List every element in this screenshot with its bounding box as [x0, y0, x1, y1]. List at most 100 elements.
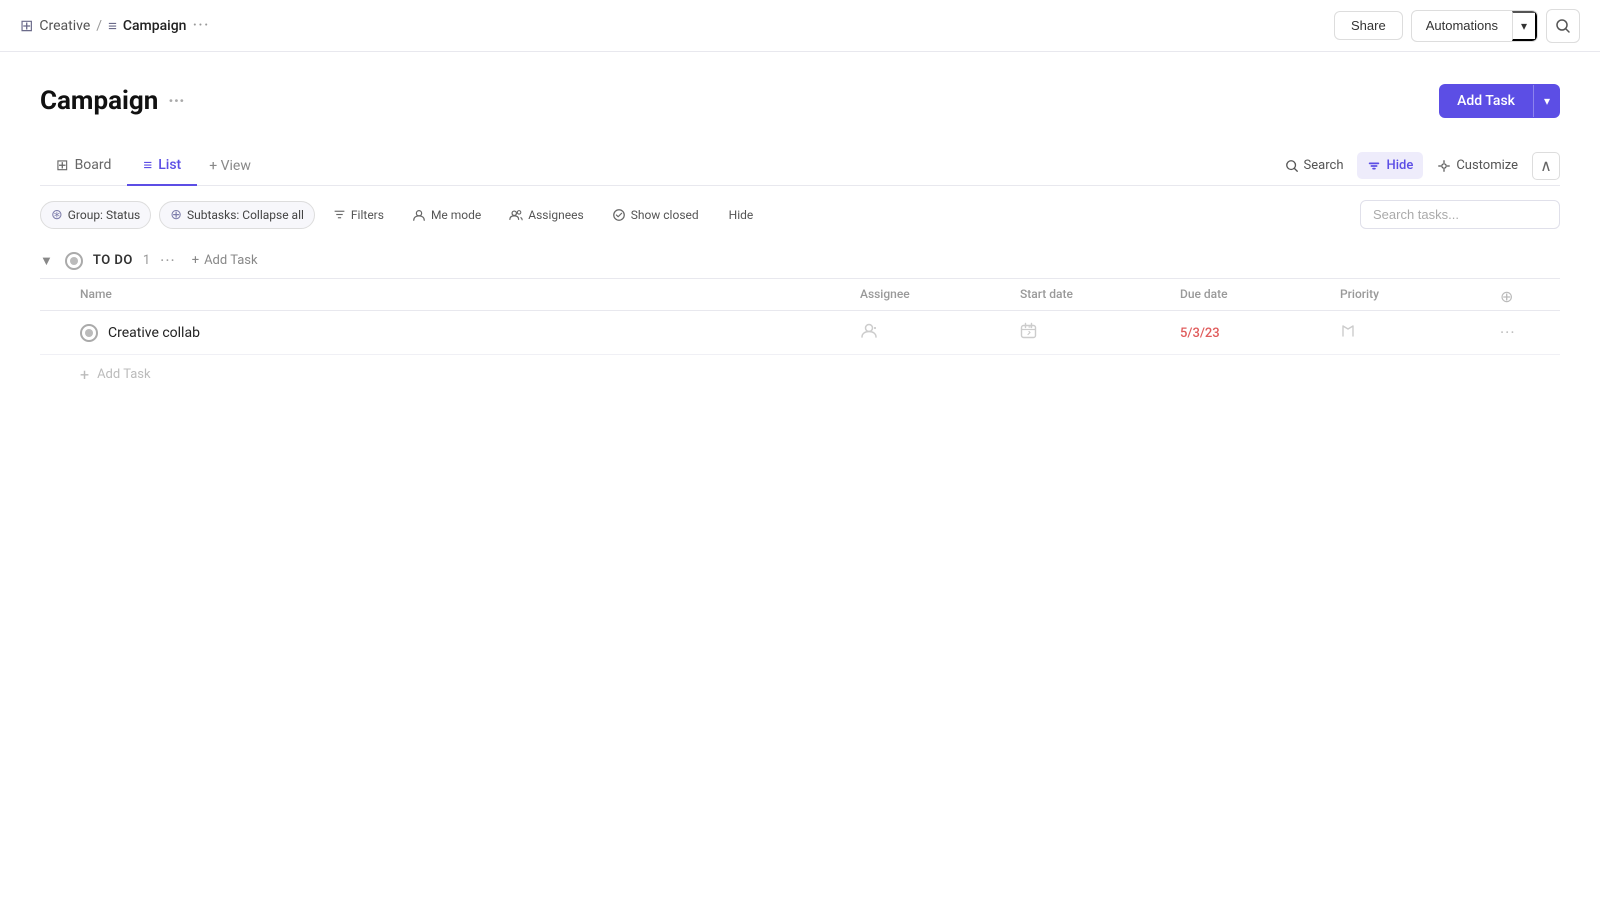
hide-icon	[1367, 159, 1381, 173]
task-start-date-icon[interactable]	[1020, 324, 1037, 344]
group-icon: ⊛	[51, 207, 63, 223]
me-mode-label: Me mode	[431, 208, 481, 222]
list-icon: ≡	[143, 156, 152, 174]
show-closed-icon	[612, 208, 626, 222]
top-nav: ⊞ Creative / ≡ Campaign ··· Share Automa…	[0, 0, 1600, 52]
section-count: 1	[143, 253, 150, 268]
column-headers: Name Assignee Start date Due date Priori…	[40, 279, 1560, 311]
filter-icon	[333, 208, 346, 221]
add-task-label[interactable]: Add Task	[1439, 84, 1533, 118]
col-header-name: Name	[80, 287, 860, 306]
top-nav-actions: Share Automations ▾	[1334, 9, 1580, 43]
section-label: TO DO	[93, 253, 133, 268]
subtasks-icon: ⊕	[170, 207, 182, 223]
toolbar-row: ⊛ Group: Status ⊕ Subtasks: Collapse all…	[40, 186, 1560, 243]
breadcrumb-separator: /	[96, 18, 102, 34]
page-title: Campaign ···	[40, 86, 185, 116]
automations-caret[interactable]: ▾	[1512, 11, 1537, 41]
col-header-add[interactable]: ⊕	[1500, 287, 1560, 306]
add-task-button[interactable]: Add Task ▾	[1439, 84, 1560, 118]
hide-tab-label: Hide	[1386, 158, 1413, 173]
tab-add-view[interactable]: + View	[197, 148, 263, 184]
task-due-date-cell: 5/3/23	[1180, 325, 1340, 341]
nav-search-button[interactable]	[1546, 9, 1580, 43]
filters-button[interactable]: Filters	[323, 203, 394, 227]
campaign-icon: ≡	[108, 17, 117, 35]
table-row: Creative collab	[40, 311, 1560, 355]
task-priority-icon[interactable]	[1340, 324, 1357, 344]
page-title-text: Campaign	[40, 86, 158, 116]
col-header-assignee: Assignee	[860, 287, 1020, 306]
customize-tab-button[interactable]: Customize	[1427, 152, 1528, 179]
filters-label: Filters	[351, 208, 384, 222]
section-add-task-button[interactable]: + Add Task	[192, 253, 258, 268]
task-more-cell: ···	[1500, 323, 1560, 342]
customize-icon	[1437, 159, 1451, 173]
me-mode-icon	[412, 208, 426, 222]
search-tasks-input[interactable]	[1360, 200, 1560, 229]
tab-board[interactable]: ⊞ Board	[40, 146, 127, 186]
assignees-icon	[509, 208, 523, 222]
group-status-label: Group: Status	[68, 208, 141, 222]
tabs-right: Search Hide Customize ∧	[1275, 152, 1560, 180]
campaign-breadcrumb: ≡ Campaign	[108, 17, 186, 35]
breadcrumb: ⊞ Creative / ≡ Campaign ···	[20, 15, 210, 36]
task-assignee-icon[interactable]	[860, 323, 878, 344]
add-task-caret[interactable]: ▾	[1533, 85, 1560, 117]
breadcrumb-more-icon[interactable]: ···	[192, 15, 209, 36]
add-task-label: Add Task	[97, 367, 151, 382]
search-tab-icon	[1285, 159, 1299, 173]
tab-add-label: + View	[209, 158, 251, 174]
section-header-todo: ▼ TO DO 1 ··· + Add Task	[40, 243, 1560, 279]
me-mode-button[interactable]: Me mode	[402, 203, 491, 227]
section-more-icon[interactable]: ···	[160, 251, 176, 270]
automations-button[interactable]: Automations ▾	[1411, 10, 1538, 42]
col-header-start-date: Start date	[1020, 287, 1180, 306]
task-start-date-cell	[1020, 322, 1180, 344]
subtasks-chip[interactable]: ⊕ Subtasks: Collapse all	[159, 201, 315, 229]
page-content: Campaign ··· Add Task ▾ ⊞ Board ≡ List +…	[0, 52, 1600, 394]
campaign-label[interactable]: Campaign	[123, 18, 187, 34]
tab-list-label: List	[158, 157, 181, 173]
tab-list[interactable]: ≡ List	[127, 146, 197, 186]
assignees-button[interactable]: Assignees	[499, 203, 593, 227]
toolbar-left: ⊛ Group: Status ⊕ Subtasks: Collapse all…	[40, 201, 765, 229]
task-name-cell: Creative collab	[80, 324, 860, 342]
show-closed-label: Show closed	[631, 208, 699, 222]
section-status-dot-inner	[70, 257, 78, 265]
section-status-dot	[65, 252, 83, 270]
group-status-chip[interactable]: ⊛ Group: Status	[40, 201, 151, 229]
task-more-icon[interactable]: ···	[1500, 323, 1516, 342]
search-tab-button[interactable]: Search	[1275, 152, 1354, 179]
collapse-button[interactable]: ∧	[1532, 152, 1560, 180]
page-title-more[interactable]: ···	[168, 91, 184, 112]
subtasks-label: Subtasks: Collapse all	[187, 208, 304, 222]
customize-tab-label: Customize	[1456, 158, 1518, 173]
task-status-circle[interactable]	[80, 324, 98, 342]
task-list-section: ▼ TO DO 1 ··· + Add Task Name Assignee S…	[40, 243, 1560, 394]
section-add-label: Add Task	[204, 253, 258, 268]
task-priority-cell	[1340, 322, 1500, 344]
task-name[interactable]: Creative collab	[108, 325, 200, 341]
hide-tab-button[interactable]: Hide	[1357, 152, 1423, 179]
automations-label[interactable]: Automations	[1412, 12, 1512, 39]
tabs-row: ⊞ Board ≡ List + View Search	[40, 146, 1560, 186]
task-due-date[interactable]: 5/3/23	[1180, 326, 1220, 341]
show-closed-button[interactable]: Show closed	[602, 203, 709, 227]
add-task-row[interactable]: + Add Task	[40, 355, 1560, 394]
board-icon: ⊞	[56, 156, 69, 174]
search-icon	[1555, 18, 1571, 34]
add-task-plus-icon: +	[80, 365, 89, 384]
col-header-priority: Priority	[1340, 287, 1500, 306]
tab-board-label: Board	[75, 157, 112, 173]
tabs-left: ⊞ Board ≡ List + View	[40, 146, 263, 185]
section-collapse-icon[interactable]: ▼	[40, 253, 53, 269]
task-assignee-cell	[860, 321, 1020, 344]
hide-button[interactable]: Hide	[717, 203, 766, 227]
task-status-inner	[85, 329, 93, 337]
assignees-label: Assignees	[528, 208, 583, 222]
section-add-plus-icon: +	[192, 253, 199, 268]
page-title-row: Campaign ··· Add Task ▾	[40, 84, 1560, 118]
share-button[interactable]: Share	[1334, 11, 1403, 40]
creative-label[interactable]: Creative	[39, 18, 90, 34]
